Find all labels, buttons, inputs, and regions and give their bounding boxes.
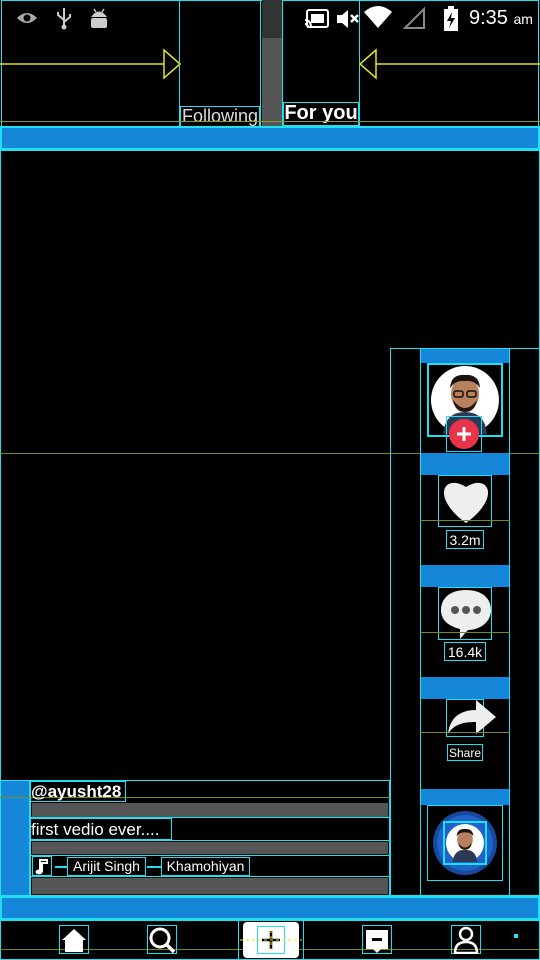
- footer-band: [0, 896, 540, 920]
- tab-divider-highlight: [262, 0, 282, 38]
- comment-count: 16.4k: [444, 642, 486, 661]
- header-band: [0, 126, 540, 150]
- profile-icon: [453, 926, 479, 954]
- tab-following[interactable]: Following: [180, 106, 260, 128]
- nav-profile[interactable]: [451, 925, 481, 954]
- inbox-icon: [366, 929, 388, 953]
- comment-band: [421, 565, 509, 587]
- post-caption: first vedio ever....: [30, 818, 172, 840]
- avatar-band: [421, 349, 509, 363]
- disc-avatar: [443, 821, 487, 865]
- nav-inbox[interactable]: [362, 925, 392, 954]
- disc-band: [421, 789, 509, 805]
- music-disc[interactable]: [427, 805, 503, 881]
- post-spacer-1: [32, 803, 388, 817]
- swipe-left-arrow-icon: [358, 48, 540, 80]
- share-arrow-icon: [448, 700, 496, 734]
- nav-dot: [514, 934, 518, 938]
- music-dash-1: [55, 866, 67, 868]
- music-artist: Arijit Singh: [67, 857, 146, 876]
- music-note-icon: [32, 856, 52, 876]
- home-icon: [62, 928, 86, 952]
- username[interactable]: @ayusht28: [30, 781, 126, 802]
- share-band: [421, 677, 509, 699]
- nav-search[interactable]: [147, 925, 177, 954]
- nav-home[interactable]: [59, 925, 89, 954]
- music-dash-2: [147, 866, 161, 868]
- tab-for-you[interactable]: For you: [283, 102, 359, 126]
- guide-line: [0, 121, 540, 122]
- follow-button[interactable]: [446, 416, 482, 452]
- guide-crosshair-icon: [240, 930, 302, 950]
- post-spacer-2: [32, 842, 388, 854]
- share-label: Share: [447, 744, 483, 761]
- heart-icon: [443, 482, 489, 523]
- guide-line-share: [420, 732, 510, 733]
- plus-icon: [449, 419, 479, 449]
- music-title: Khamohiyan: [161, 857, 250, 876]
- like-band: [421, 453, 509, 475]
- disc-avatar-face-icon: [446, 824, 484, 862]
- post-spacer-3: [32, 878, 388, 894]
- guide-line-like: [420, 520, 510, 521]
- guide-line-comment: [420, 632, 510, 633]
- like-count: 3.2m: [446, 530, 484, 549]
- swipe-right-arrow-icon: [0, 48, 182, 80]
- search-icon: [149, 927, 176, 953]
